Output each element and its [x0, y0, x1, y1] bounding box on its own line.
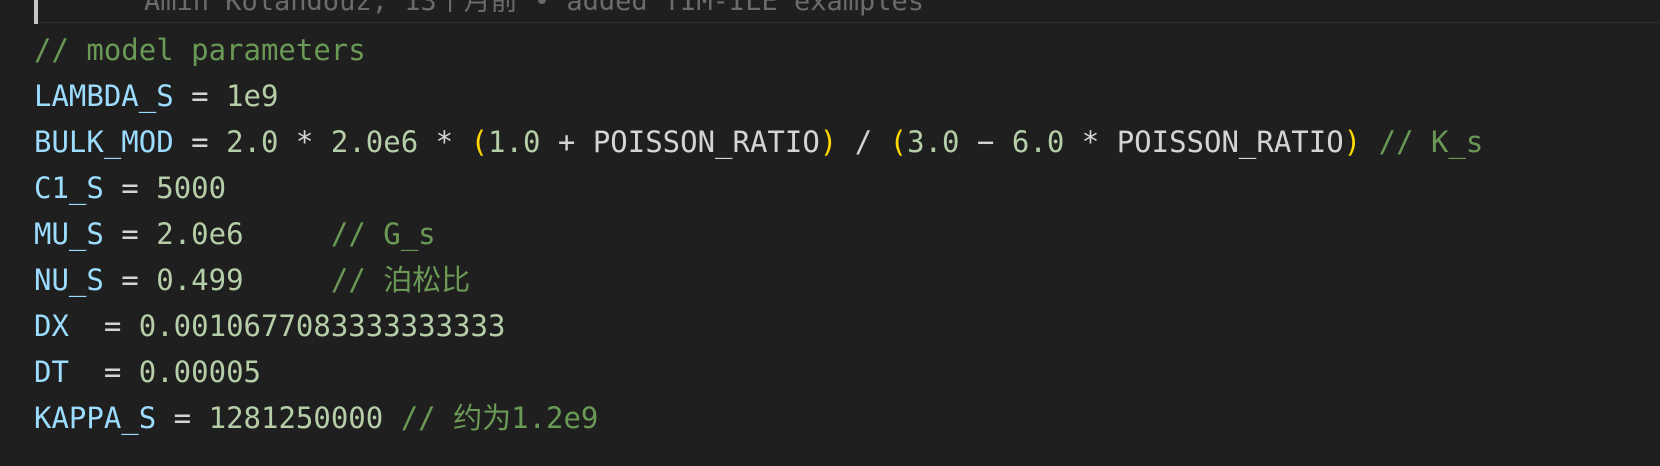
assign-operator: = — [156, 401, 209, 435]
comment: // model parameters — [34, 33, 366, 67]
git-blame-annotation: Amin Kolandouz, 13个月前 • added TIM-ILE ex… — [144, 0, 924, 17]
code-line-comment[interactable]: // model parameters — [34, 27, 1483, 73]
paren-close: ) — [819, 125, 838, 159]
operator: * — [278, 125, 331, 159]
variable-name: DX — [34, 309, 69, 343]
variable-name: C1_S — [34, 171, 104, 205]
numeric-literal: 1.0 — [488, 125, 541, 159]
comment: // K_s — [1378, 125, 1484, 159]
variable-name: DT — [34, 355, 69, 389]
operator: / — [837, 125, 890, 159]
numeric-literal: 6.0 — [1011, 125, 1065, 159]
assign-operator: = — [103, 263, 157, 297]
code-line-mu-s[interactable]: MU_S = 2.0e6 // G_s — [34, 211, 1483, 257]
identifier: POISSON_RATIO — [592, 125, 820, 159]
variable-name: NU_S — [34, 263, 104, 297]
code-line-kappa-s[interactable]: KAPPA_S = 1281250000 // 约为1.2e9 — [34, 395, 1483, 441]
code-line-nu-s[interactable]: NU_S = 0.499 // 泊松比 — [34, 257, 1483, 303]
numeric-value: 5000 — [156, 171, 227, 205]
assign-operator: = — [103, 217, 157, 251]
numeric-literal: 2.0 — [226, 125, 279, 159]
identifier: POISSON_RATIO — [1116, 125, 1344, 159]
variable-name: BULK_MOD — [34, 125, 174, 159]
numeric-value: 2.0e6 — [156, 217, 244, 251]
operator: − — [959, 125, 1012, 159]
numeric-value: 0.00005 — [138, 355, 261, 389]
variable-name: KAPPA_S — [34, 401, 157, 435]
variable-name: MU_S — [34, 217, 104, 251]
assign-operator: = — [173, 79, 227, 113]
paren-open: ( — [470, 125, 489, 159]
code-lines[interactable]: // model parameters LAMBDA_S = 1e9 BULK_… — [34, 27, 1483, 441]
code-line-lambda-s[interactable]: LAMBDA_S = 1e9 — [34, 73, 1483, 119]
assign-operator: = — [173, 125, 227, 159]
code-line-bulk-mod[interactable]: BULK_MOD = 2.0 * 2.0e6 * (1.0 + POISSON_… — [34, 119, 1483, 165]
numeric-value: 0.0010677083333333333 — [138, 309, 506, 343]
numeric-value: 0.499 — [156, 263, 244, 297]
comment: // 约为1.2e9 — [400, 401, 599, 435]
operator: + — [540, 125, 593, 159]
assign-operator: = — [68, 309, 139, 343]
code-line-c1-s[interactable]: C1_S = 5000 — [34, 165, 1483, 211]
assign-operator: = — [68, 355, 139, 389]
comment: // 泊松比 — [330, 263, 471, 297]
comment: // G_s — [330, 217, 436, 251]
numeric-value: 1e9 — [226, 79, 279, 113]
code-line-dt[interactable]: DT = 0.00005 — [34, 349, 1483, 395]
paren-open: ( — [889, 125, 908, 159]
assign-operator: = — [103, 171, 157, 205]
paren-close: ) — [1343, 125, 1362, 159]
text-cursor — [34, 0, 38, 24]
operator: * — [1064, 125, 1117, 159]
code-editor[interactable]: Amin Kolandouz, 13个月前 • added TIM-ILE ex… — [0, 0, 1660, 466]
line-divider — [38, 22, 1660, 23]
variable-name: LAMBDA_S — [34, 79, 174, 113]
numeric-literal: 3.0 — [907, 125, 960, 159]
operator: * — [418, 125, 471, 159]
numeric-value: 1281250000 — [208, 401, 384, 435]
numeric-literal: 2.0e6 — [330, 125, 419, 159]
code-line-dx[interactable]: DX = 0.0010677083333333333 — [34, 303, 1483, 349]
